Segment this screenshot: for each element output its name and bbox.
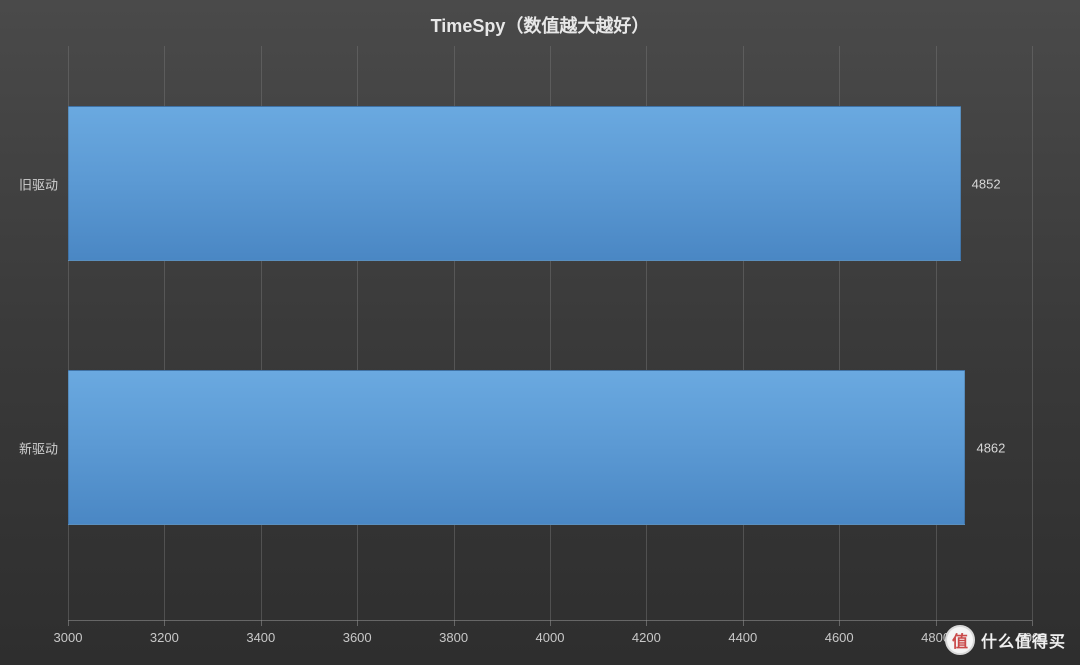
x-tick — [743, 620, 744, 626]
y-category-label: 旧驱动 — [19, 174, 58, 193]
x-tick — [839, 620, 840, 626]
chart-title: TimeSpy（数值越大越好） — [0, 0, 1080, 46]
watermark: 值 什么值得买 — [945, 625, 1066, 655]
x-tick-label: 4600 — [825, 630, 854, 645]
x-tick — [550, 620, 551, 626]
x-tick-label: 4200 — [632, 630, 661, 645]
x-tick — [454, 620, 455, 626]
bar: 4852 — [68, 106, 961, 261]
x-tick — [164, 620, 165, 626]
plot-area: 48524862 旧驱动新驱动 — [68, 46, 1032, 620]
x-tick — [646, 620, 647, 626]
x-axis: 3000320034003600380040004200440046004800… — [68, 620, 1032, 665]
x-tick — [357, 620, 358, 626]
x-tick — [261, 620, 262, 626]
x-tick — [68, 620, 69, 626]
x-tick-label: 3400 — [246, 630, 275, 645]
x-tick-label: 3800 — [439, 630, 468, 645]
x-tick-label: 3600 — [343, 630, 372, 645]
bar: 4862 — [68, 370, 965, 525]
y-category-label: 新驱动 — [19, 438, 58, 457]
x-tick-label: 3000 — [54, 630, 83, 645]
x-tick-label: 4400 — [728, 630, 757, 645]
watermark-text: 什么值得买 — [981, 628, 1066, 652]
bar-value-label: 4862 — [976, 440, 1005, 455]
watermark-badge-icon: 值 — [945, 625, 975, 655]
x-tick-label: 4000 — [536, 630, 565, 645]
x-tick — [936, 620, 937, 626]
gridline — [1032, 46, 1033, 620]
x-tick-label: 3200 — [150, 630, 179, 645]
bar-value-label: 4852 — [972, 176, 1001, 191]
